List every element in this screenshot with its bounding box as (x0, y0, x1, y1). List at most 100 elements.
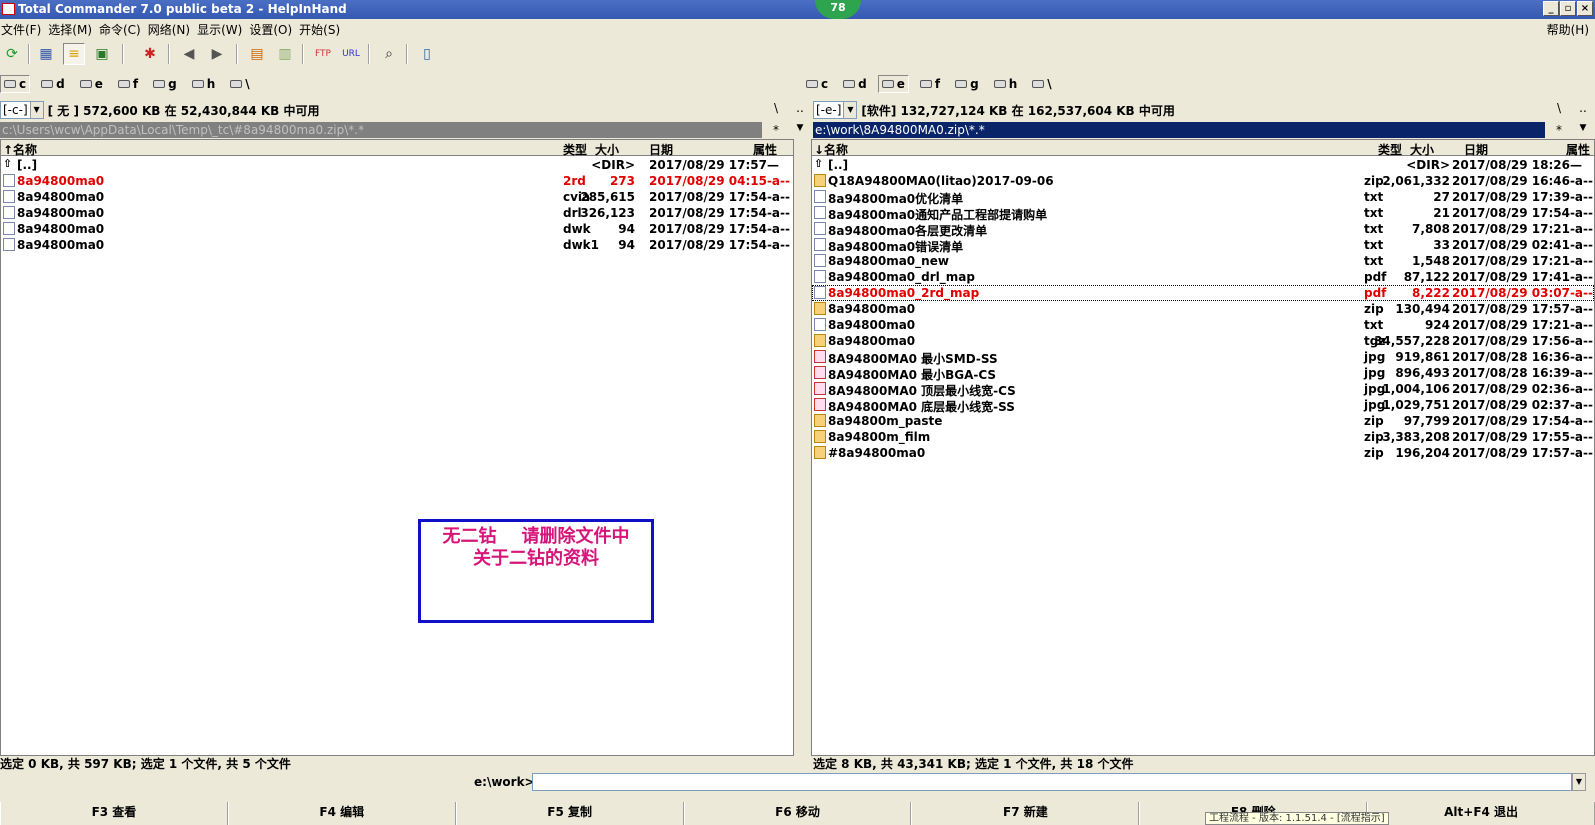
menu-commands[interactable]: 命令(C) (98, 19, 147, 38)
left-drive-g[interactable]: g (149, 75, 181, 93)
file-row[interactable]: 8a94800ma0通知产品工程部提请购单 txt 21 2017/08/29 17:… (812, 205, 1594, 222)
right-drive-d[interactable]: d (839, 75, 871, 93)
file-row[interactable]: 8a94800ma0 2rd 273 2017/08/29 04:15-a-- (1, 173, 793, 189)
chevron-down-icon[interactable]: ▼ (1572, 773, 1586, 791)
file-row[interactable]: 8a94800ma0 tgz 34,557,228 2017/08/29 17:56-… (812, 333, 1594, 349)
left-drive-h[interactable]: h (188, 75, 220, 93)
right-drive-e[interactable]: e (877, 75, 909, 93)
file-row[interactable]: ⇧ [..] <DIR> 2017/08/29 17:57— (1, 157, 793, 173)
menu-help[interactable]: 帮助(H) (1547, 21, 1589, 38)
col-attr[interactable]: 属性 (753, 141, 777, 158)
file-row[interactable]: #8a94800ma0 zip 196,204 2017/08/29 17:57-a-… (812, 445, 1594, 461)
refresh-icon[interactable]: ⟳ (1, 43, 23, 65)
minimize-button[interactable]: _ (1543, 1, 1559, 16)
menu-start[interactable]: 开始(S) (298, 19, 346, 38)
file-row[interactable]: 8a94800ma0 zip 130,494 2017/08/29 17:57-a-- (812, 301, 1594, 317)
notepad-icon[interactable]: ▯ (416, 43, 438, 65)
file-row[interactable]: 8A94800MA0 顶层最小线宽-CS jpg 1,004,106 2017/08/… (812, 381, 1594, 398)
left-drive-f[interactable]: f (114, 75, 142, 93)
f6-move-button[interactable]: F6 移动 (683, 802, 912, 825)
col-name[interactable]: ↑名称 (3, 141, 37, 158)
menu-file[interactable]: 文件(F) (0, 19, 47, 38)
right-root-button[interactable]: \ (1549, 101, 1569, 115)
f5-copy-button[interactable]: F5 复制 (455, 802, 684, 825)
menu-show[interactable]: 显示(W) (196, 19, 248, 38)
file-row[interactable]: 8a94800ma0错误清单 txt 33 2017/08/29 02:41-a-- (812, 237, 1594, 254)
col-date[interactable]: 日期 (649, 141, 673, 158)
menu-network[interactable]: 网络(N) (147, 19, 196, 38)
f4-edit-button[interactable]: F4 编辑 (227, 802, 456, 825)
file-row[interactable]: 8a94800ma0优化清单 txt 27 2017/08/29 17:39-a-- (812, 189, 1594, 206)
f3-view-button[interactable]: F3 查看 (0, 802, 228, 825)
right-drive-h[interactable]: h (990, 75, 1022, 93)
right-file-panel[interactable]: ↓名称 类型 大小 日期 属性 ⇧ [..] <DIR> 2017/08/29 18:… (811, 139, 1595, 756)
right-drive-network[interactable]: \ (1028, 75, 1055, 93)
right-drive-f[interactable]: f (916, 75, 944, 93)
file-row[interactable]: 8a94800ma0_2rd_map pdf 8,222 2017/08/29 03:… (812, 285, 1594, 301)
menu-configuration[interactable]: 设置(O) (248, 19, 298, 38)
command-line-input[interactable] (532, 773, 1572, 791)
thumbnail-view-icon[interactable]: ▣ (91, 43, 113, 65)
file-row[interactable]: ⇧ [..] <DIR> 2017/08/29 18:26— (812, 157, 1594, 173)
back-icon[interactable]: ◀ (178, 43, 200, 65)
left-current-path[interactable]: c:\Users\wcw\AppData\Local\Temp\_tc\#8a9… (0, 122, 762, 138)
col-size[interactable]: 大小 (595, 141, 619, 158)
left-drive-c[interactable]: c (0, 75, 31, 93)
ftp-icon[interactable]: FTP (312, 43, 334, 65)
file-row[interactable]: 8a94800m_film zip 3,383,208 2017/08/29 17:5… (812, 429, 1594, 445)
right-drive-c[interactable]: c (802, 75, 832, 93)
left-history-button[interactable]: ▼ (790, 123, 810, 133)
brief-view-icon[interactable]: ▦ (35, 43, 57, 65)
file-row[interactable]: 8A94800MA0 最小SMD-SS jpg 919,861 2017/08/28 … (812, 349, 1594, 366)
col-attr[interactable]: 属性 (1566, 141, 1590, 158)
left-drive-combo[interactable]: [-c-] ▼ (0, 101, 44, 119)
right-star-button[interactable]: * (1549, 123, 1569, 137)
f7-newfolder-button[interactable]: F7 新建 (911, 802, 1140, 825)
file-row[interactable]: 8a94800m_paste zip 97,799 2017/08/29 17:54-… (812, 413, 1594, 429)
find-icon[interactable]: ⌕ (378, 43, 400, 65)
menu-select[interactable]: 选择(M) (47, 19, 98, 38)
title-bar: Total Commander 7.0 public beta 2 - Help… (0, 0, 1595, 19)
detail-view-icon[interactable]: ≡ (63, 43, 85, 65)
file-row[interactable]: 8a94800ma0各层更改清单 txt 7,808 2017/08/29 17:21… (812, 221, 1594, 238)
left-drive-d[interactable]: d (37, 75, 69, 93)
forward-icon[interactable]: ▶ (206, 43, 228, 65)
right-up-button[interactable]: .. (1573, 101, 1593, 115)
right-drive-g[interactable]: g (951, 75, 983, 93)
close-button[interactable]: × (1577, 1, 1593, 16)
file-row[interactable]: 8A94800MA0 最小BGA-CS jpg 896,493 2017/08/28 … (812, 365, 1594, 382)
alt-f4-exit-button[interactable]: Alt+F4 退出 (1367, 802, 1595, 825)
left-drive-e[interactable]: e (76, 75, 107, 93)
pack-icon[interactable]: ▤ (246, 43, 268, 65)
right-current-path[interactable]: e:\work\8A94800MA0.zip\*.* (813, 122, 1545, 138)
col-size[interactable]: 大小 (1410, 141, 1434, 158)
image-icon (814, 382, 826, 395)
left-file-panel[interactable]: ↑名称 类型 大小 日期 属性 ⇧ [..] <DIR> 2017/08/29 17:… (0, 139, 794, 756)
url-icon[interactable]: URL (340, 43, 362, 65)
col-type[interactable]: 类型 (563, 141, 587, 158)
col-date[interactable]: 日期 (1464, 141, 1488, 158)
col-name[interactable]: ↓名称 (814, 141, 848, 158)
right-history-button[interactable]: ▼ (1573, 123, 1593, 133)
file-row[interactable]: 8a94800ma0 dwk 94 2017/08/29 17:54-a-- (1, 221, 793, 237)
panel-splitter[interactable] (794, 139, 799, 756)
unpack-icon[interactable]: ▥ (274, 43, 296, 65)
restore-button[interactable]: ▫ (1560, 1, 1576, 16)
file-row[interactable]: 8a94800ma0_new txt 1,548 2017/08/29 17:21-a… (812, 253, 1594, 269)
left-up-button[interactable]: .. (790, 101, 810, 115)
file-row[interactable]: 8a94800ma0 txt 924 2017/08/29 17:21-a-- (812, 317, 1594, 333)
file-icon (3, 174, 15, 187)
file-row[interactable]: 8a94800ma0 dwk1 94 2017/08/29 17:54-a-- (1, 237, 793, 253)
file-type: txt (1364, 222, 1384, 236)
left-root-button[interactable]: \ (766, 101, 786, 115)
file-row[interactable]: Q18A94800MA0(litao)2017-09-06 zip 2,061,33… (812, 173, 1594, 189)
left-drive-network[interactable]: \ (226, 75, 253, 93)
col-type[interactable]: 类型 (1378, 141, 1402, 158)
file-row[interactable]: 8a94800ma0_drl_map pdf 87,122 2017/08/29 17… (812, 269, 1594, 285)
right-drive-combo[interactable]: [-e-] ▼ (813, 101, 858, 119)
compare-icon[interactable]: ✱ (139, 43, 161, 65)
left-star-button[interactable]: * (766, 123, 786, 137)
file-row[interactable]: 8A94800MA0 底层最小线宽-SS jpg 1,029,751 2017/08/… (812, 397, 1594, 414)
file-row[interactable]: 8a94800ma0 cvia 285,615 2017/08/29 17:54-a-… (1, 189, 793, 205)
file-row[interactable]: 8a94800ma0 drl 326,123 2017/08/29 17:54-a-- (1, 205, 793, 221)
